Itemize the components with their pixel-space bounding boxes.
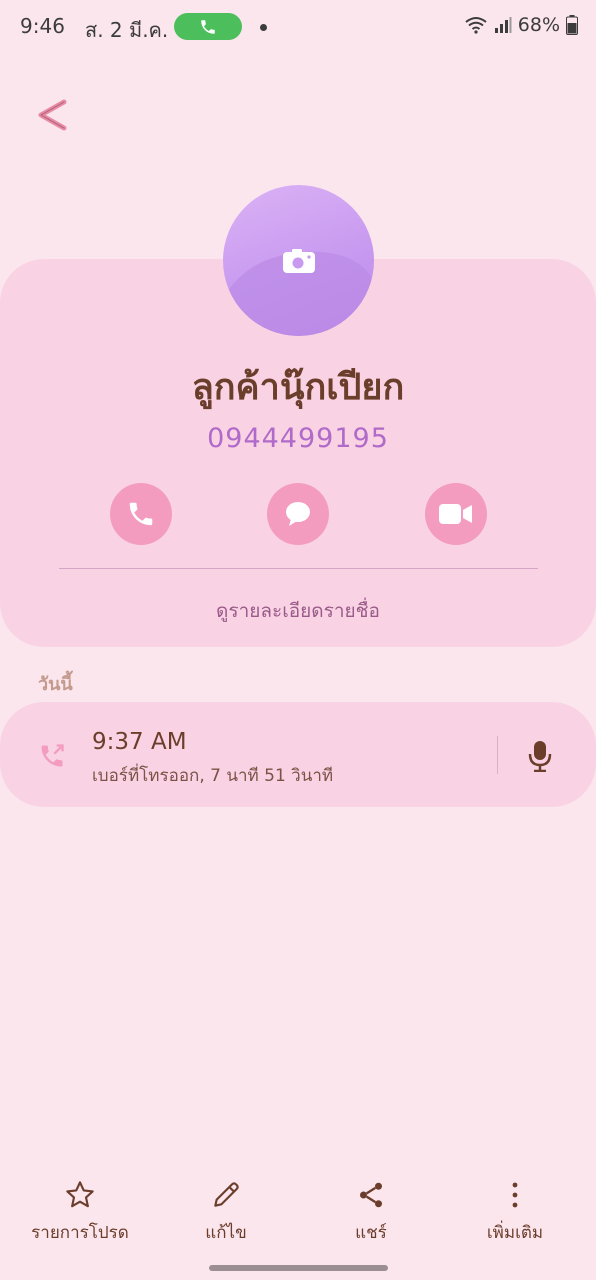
phone-icon	[129, 502, 153, 526]
notification-dot	[260, 24, 267, 31]
share-label: แชร์	[355, 1223, 387, 1243]
contact-avatar[interactable]	[223, 185, 374, 336]
camera-icon	[282, 248, 315, 273]
edit-label: แก้ไข	[205, 1223, 247, 1243]
message-bubble-icon	[286, 502, 310, 526]
edit-button[interactable]: แก้ไข	[161, 1175, 291, 1246]
contact-name: ลูกค้านุ๊กเปียก	[191, 367, 405, 408]
ongoing-call-pill[interactable]	[174, 13, 242, 40]
contact-detail-screen: 9:46 ส. 2 มี.ค. 68% ลูกค้านุ๊กเปียก 0944…	[0, 0, 596, 1280]
status-right: 68%	[464, 14, 578, 36]
back-button[interactable]	[30, 92, 74, 138]
call-recording-button[interactable]	[522, 736, 558, 776]
bottom-action-bar: รายการโปรด แก้ไข แชร์ เพิ่มเติม	[0, 1175, 596, 1255]
contact-number[interactable]: 0944499195	[0, 423, 596, 454]
pencil-icon	[214, 1182, 239, 1207]
favorite-label: รายการโปรด	[31, 1223, 129, 1243]
view-contact-details-link[interactable]: ดูรายละเอียดรายชื่อ	[0, 596, 596, 626]
call-log-separator	[497, 736, 498, 774]
status-bar: 9:46 ส. 2 มี.ค. 68%	[0, 0, 596, 54]
call-log-item[interactable]: 9:37 AM เบอร์ที่โทรออก, 7 นาที 51 วินาที	[0, 702, 596, 807]
wifi-icon	[465, 17, 487, 34]
signal-icon	[494, 17, 512, 33]
battery-icon	[566, 15, 578, 35]
outgoing-call-icon	[41, 744, 64, 767]
call-time: 9:37 AM	[92, 729, 187, 755]
header-divider	[59, 568, 538, 569]
message-button[interactable]	[267, 483, 329, 545]
status-date: ส. 2 มี.ค.	[85, 18, 169, 42]
avatar-decoration	[223, 230, 374, 336]
star-icon	[66, 1181, 94, 1208]
call-detail: เบอร์ที่โทรออก, 7 นาที 51 วินาที	[92, 766, 334, 786]
video-camera-icon	[439, 504, 472, 524]
share-button[interactable]: แชร์	[306, 1175, 436, 1246]
more-label: เพิ่มเติม	[486, 1223, 544, 1243]
video-call-button[interactable]	[425, 483, 487, 545]
section-label-today: วันนี้	[38, 674, 73, 695]
battery-percent: 68%	[517, 14, 560, 36]
more-button[interactable]: เพิ่มเติม	[450, 1175, 580, 1246]
favorite-button[interactable]: รายการโปรด	[15, 1175, 145, 1246]
share-icon	[360, 1182, 382, 1208]
status-time: 9:46	[20, 14, 65, 38]
home-indicator[interactable]	[209, 1265, 388, 1271]
call-button[interactable]	[110, 483, 172, 545]
more-vertical-icon	[512, 1182, 518, 1208]
phone-call-icon	[201, 19, 215, 34]
microphone-icon	[528, 741, 552, 772]
back-chevron-icon	[38, 99, 67, 131]
